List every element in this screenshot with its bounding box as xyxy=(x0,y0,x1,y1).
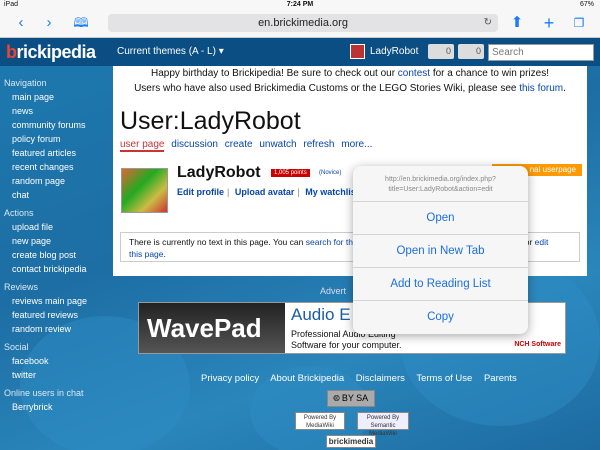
share-icon[interactable]: ⬆ xyxy=(508,14,526,32)
ad-headline: Audio E xyxy=(291,305,351,324)
sidebar-heading-social: Social xyxy=(4,342,29,352)
forum-notice: Users who have also used Brickimedia Cus… xyxy=(134,83,566,94)
notifications-counter[interactable]: 0 xyxy=(458,44,484,59)
page-title: User:LadyRobot xyxy=(120,107,301,135)
reload-icon[interactable]: ↻ xyxy=(484,14,492,32)
tab-more[interactable]: more... xyxy=(341,139,372,150)
edit-page-link[interactable]: edit xyxy=(535,237,549,247)
birthday-notice: Happy birthday to Brickipedia! Be sure t… xyxy=(151,68,549,79)
sidebar-item[interactable]: featured articles xyxy=(4,146,116,160)
browser-toolbar: iPad 7:24 PM 67% ‹ › 🕮 en.brickimedia.or… xyxy=(0,0,600,38)
sidebar-item[interactable]: create blog post xyxy=(4,248,116,262)
battery-percent: 67% xyxy=(579,1,594,8)
tab-user-page[interactable]: user page xyxy=(120,139,165,152)
footer-logo[interactable]: brickimedia xyxy=(326,435,376,448)
sidebar-item[interactable]: upload file xyxy=(4,220,116,234)
tab-refresh[interactable]: refresh xyxy=(303,139,334,150)
profile-name: LadyRobot xyxy=(177,164,261,181)
sidebar-item[interactable]: featured reviews xyxy=(4,308,116,322)
menu-open-new-tab[interactable]: Open in New Tab xyxy=(353,235,528,268)
this-page-link[interactable]: this page xyxy=(129,249,164,259)
status-bar: iPad 7:24 PM 67% xyxy=(0,0,600,10)
sidebar-item[interactable]: main page xyxy=(4,90,116,104)
sidebar-heading-navigation: Navigation xyxy=(4,78,47,88)
sidebar-item[interactable]: chat xyxy=(4,188,116,202)
sidebar-item[interactable]: contact brickipedia xyxy=(4,262,116,276)
points-badge: 1,005 points xyxy=(271,169,310,177)
bookmarks-icon[interactable]: 🕮 xyxy=(72,14,90,32)
site-logo[interactable]: brickipedia xyxy=(6,42,96,63)
semantic-mediawiki-badge[interactable]: Powered By Semantic MediaWiki xyxy=(357,412,409,437)
tab-create[interactable]: create xyxy=(225,139,253,150)
sidebar-item[interactable]: policy forum xyxy=(4,132,116,146)
ad-brand: WavePad xyxy=(139,303,285,353)
back-icon[interactable]: ‹ xyxy=(12,14,30,32)
ad-label: Advert xyxy=(320,286,347,296)
user-menu[interactable]: LadyRobot xyxy=(350,44,418,60)
tab-unwatch[interactable]: unwatch xyxy=(259,139,296,150)
cc-license-icon[interactable]: 🅭 BY SA xyxy=(327,390,375,407)
forum-link[interactable]: this forum xyxy=(519,83,563,94)
ad-vendor: NCH Software xyxy=(514,341,561,348)
sidebar-item[interactable]: random page xyxy=(4,174,116,188)
upload-avatar-link[interactable]: Upload avatar xyxy=(235,187,295,197)
sidebar-heading-actions: Actions xyxy=(4,208,34,218)
ad-line2: Software for your computer. xyxy=(291,340,402,350)
chevron-down-icon: ▾ xyxy=(218,46,224,57)
new-tab-icon[interactable]: + xyxy=(540,14,558,32)
themes-dropdown[interactable]: Current themes (A - L) ▾ xyxy=(117,46,224,57)
contest-link[interactable]: contest xyxy=(398,68,430,79)
sidebar-item[interactable]: twitter xyxy=(4,368,116,382)
sidebar-heading-reviews: Reviews xyxy=(4,282,39,292)
sidebar-heading-online: Online users in chat xyxy=(4,388,84,398)
site-header: brickipedia Current themes (A - L) ▾ Lad… xyxy=(0,38,600,66)
menu-add-reading-list[interactable]: Add to Reading List xyxy=(353,268,528,301)
messages-counter[interactable]: 0 xyxy=(428,44,454,59)
sidebar-item[interactable]: reviews main page xyxy=(4,294,116,308)
sidebar-item[interactable]: random review xyxy=(4,322,116,336)
tabs-icon[interactable]: ❐ xyxy=(570,14,588,32)
about-link[interactable]: About Brickipedia xyxy=(270,373,344,384)
rank-label[interactable]: (Novice) xyxy=(319,170,341,176)
parents-link[interactable]: Parents xyxy=(484,373,517,384)
mediawiki-badge[interactable]: Powered By MediaWiki xyxy=(295,412,345,430)
page-tabs: user page discussion create unwatch refr… xyxy=(120,139,580,152)
tab-discussion[interactable]: discussion xyxy=(171,139,218,150)
search-input[interactable]: Search xyxy=(488,44,594,61)
sidebar-item[interactable]: new page xyxy=(4,234,116,248)
clock: 7:24 PM xyxy=(286,1,314,8)
terms-link[interactable]: Terms of Use xyxy=(416,373,472,384)
sidebar-item[interactable]: recent changes xyxy=(4,160,116,174)
sidebar: Navigation main page news community foru… xyxy=(4,72,116,414)
footer-links: Privacy policy About Brickipedia Disclai… xyxy=(201,373,526,384)
search-page-link[interactable]: search for this xyxy=(306,237,359,247)
privacy-link[interactable]: Privacy policy xyxy=(201,373,259,384)
profile-avatar xyxy=(121,168,168,213)
address-bar[interactable]: en.brickimedia.org ↻ xyxy=(108,14,498,32)
sidebar-item[interactable]: community forums xyxy=(4,118,116,132)
menu-copy[interactable]: Copy xyxy=(353,301,528,334)
context-menu-url: http://en.brickimedia.org/index.php?titl… xyxy=(353,166,528,202)
avatar xyxy=(350,44,365,59)
sidebar-item[interactable]: news xyxy=(4,104,116,118)
address-text: en.brickimedia.org xyxy=(258,17,348,29)
watchlist-link[interactable]: My watchlist xyxy=(305,187,359,197)
menu-open[interactable]: Open xyxy=(353,202,528,235)
profile-links: Edit profile | Upload avatar | My watchlis… xyxy=(177,187,359,197)
edit-profile-link[interactable]: Edit profile xyxy=(177,187,224,197)
sidebar-item[interactable]: facebook xyxy=(4,354,116,368)
forward-icon[interactable]: › xyxy=(40,14,58,32)
online-user[interactable]: Berrybrick xyxy=(4,400,116,414)
context-menu: http://en.brickimedia.org/index.php?titl… xyxy=(353,166,528,334)
disclaimers-link[interactable]: Disclaimers xyxy=(356,373,405,384)
